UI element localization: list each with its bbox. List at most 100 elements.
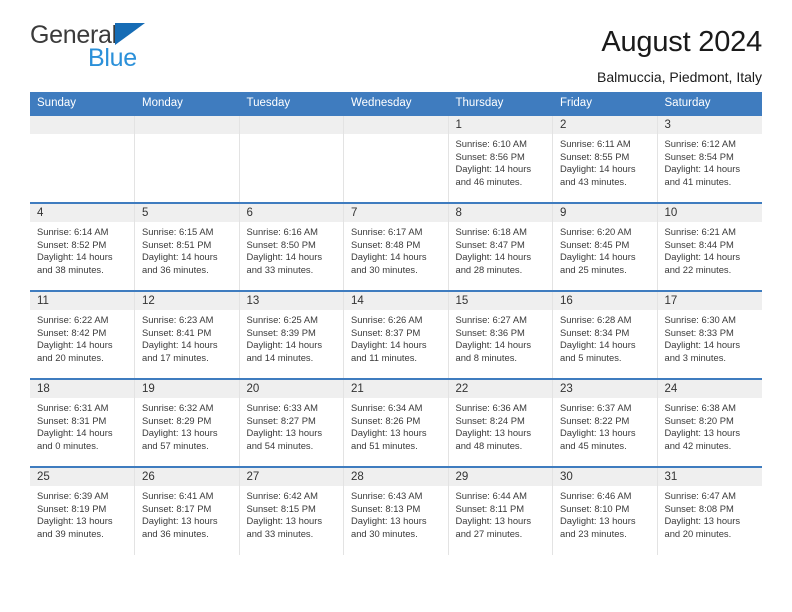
daylight-text-line1: Daylight: 14 hours <box>455 163 532 175</box>
sunrise-text: Sunrise: 6:46 AM <box>560 490 632 501</box>
daylight-text-line1: Daylight: 13 hours <box>351 515 427 527</box>
weekday-header-friday: Friday <box>552 92 658 115</box>
daylight-text-line2: and 36 minutes. <box>142 527 209 539</box>
calendar-day-cell[interactable]: 7 Sunrise: 6:17 AM Sunset: 8:48 PM Daylight… <box>343 202 449 291</box>
general-blue-logo[interactable]: General Blue <box>30 22 220 80</box>
day-number: 1 <box>448 116 552 134</box>
weekday-header-row: Sunday Monday Tuesday Wednesday Thursday… <box>30 92 762 115</box>
sunset-text: Sunset: 8:55 PM <box>560 150 630 162</box>
daylight-text-line1: Daylight: 13 hours <box>142 515 218 527</box>
calendar-day-cell[interactable]: 18 Sunrise: 6:31 AM Sunset: 8:31 PM Dayligh… <box>30 378 135 467</box>
day-number: 11 <box>30 292 134 310</box>
daylight-text-line2: and 46 minutes. <box>455 175 523 187</box>
calendar-day-cell[interactable]: 6 Sunrise: 6:16 AM Sunset: 8:50 PM Daylight… <box>239 202 344 291</box>
calendar-day-cell[interactable]: 23 Sunrise: 6:37 AM Sunset: 8:22 PM Dayligh… <box>552 378 658 467</box>
calendar-day-cell[interactable]: 22 Sunrise: 6:36 AM Sunset: 8:24 PM Dayligh… <box>448 378 553 467</box>
calendar-day-cell[interactable]: 11 Sunrise: 6:22 AM Sunset: 8:42 PM Dayligh… <box>30 290 135 379</box>
calendar-day-cell[interactable]: 21 Sunrise: 6:34 AM Sunset: 8:26 PM Dayligh… <box>343 378 449 467</box>
calendar-day-cell[interactable]: 25 Sunrise: 6:39 AM Sunset: 8:19 PM Dayligh… <box>30 466 135 555</box>
day-details: Sunrise: 6:15 AM Sunset: 8:51 PM Daylight:… <box>135 222 239 276</box>
sunset-text: Sunset: 8:52 PM <box>37 238 107 250</box>
day-details: Sunrise: 6:30 AM Sunset: 8:33 PM Daylight:… <box>658 310 762 364</box>
daylight-text-line2: and 27 minutes. <box>455 527 523 539</box>
calendar-day-cell[interactable]: 8 Sunrise: 6:18 AM Sunset: 8:47 PM Daylight… <box>448 202 553 291</box>
daylight-text-line1: Daylight: 14 hours <box>455 339 532 351</box>
sunset-text: Sunset: 8:31 PM <box>37 414 107 426</box>
triangle-icon <box>114 23 145 45</box>
calendar-day-cell[interactable]: 27 Sunrise: 6:42 AM Sunset: 8:15 PM Dayligh… <box>239 466 344 555</box>
sunset-text: Sunset: 8:54 PM <box>664 150 734 162</box>
sunrise-text: Sunrise: 6:28 AM <box>560 314 632 325</box>
sunrise-text: Sunrise: 6:42 AM <box>246 490 318 501</box>
day-details: Sunrise: 6:17 AM Sunset: 8:48 PM Daylight:… <box>344 222 448 276</box>
daylight-text-line1: Daylight: 13 hours <box>664 515 741 527</box>
day-details: Sunrise: 6:41 AM Sunset: 8:17 PM Daylight:… <box>135 486 239 540</box>
sunset-text: Sunset: 8:39 PM <box>246 326 316 338</box>
sunset-text: Sunset: 8:17 PM <box>142 502 212 514</box>
calendar-day-cell[interactable]: 17 Sunrise: 6:30 AM Sunset: 8:33 PM Dayligh… <box>657 290 762 379</box>
day-number: 9 <box>553 204 657 222</box>
daylight-text-line2: and 36 minutes. <box>142 263 209 275</box>
sunset-text: Sunset: 8:44 PM <box>664 238 734 250</box>
sunrise-text: Sunrise: 6:18 AM <box>455 226 527 237</box>
day-details: Sunrise: 6:28 AM Sunset: 8:34 PM Daylight:… <box>553 310 657 364</box>
calendar-day-cell[interactable]: 1 Sunrise: 6:10 AM Sunset: 8:56 PM Daylight… <box>448 114 553 203</box>
calendar-header: Sunday Monday Tuesday Wednesday Thursday… <box>30 92 762 115</box>
daylight-text-line2: and 3 minutes. <box>664 351 727 363</box>
sunset-text: Sunset: 8:56 PM <box>455 150 525 162</box>
calendar-day-cell[interactable]: 12 Sunrise: 6:23 AM Sunset: 8:41 PM Dayligh… <box>134 290 240 379</box>
calendar-day-cell[interactable]: 31 Sunrise: 6:47 AM Sunset: 8:08 PM Dayligh… <box>657 466 762 555</box>
calendar-day-cell[interactable]: 30 Sunrise: 6:46 AM Sunset: 8:10 PM Dayligh… <box>552 466 658 555</box>
day-number <box>30 116 134 134</box>
calendar-week-row: 1 Sunrise: 6:10 AM Sunset: 8:56 PM Daylight… <box>30 114 762 203</box>
daylight-text-line2: and 42 minutes. <box>664 439 732 451</box>
daylight-text-line2: and 23 minutes. <box>560 527 627 539</box>
sunrise-text: Sunrise: 6:15 AM <box>142 226 214 237</box>
calendar-day-cell[interactable]: 10 Sunrise: 6:21 AM Sunset: 8:44 PM Dayligh… <box>657 202 762 291</box>
day-details: Sunrise: 6:38 AM Sunset: 8:20 PM Daylight:… <box>658 398 762 452</box>
calendar-day-cell[interactable]: 13 Sunrise: 6:25 AM Sunset: 8:39 PM Dayligh… <box>239 290 344 379</box>
calendar-table: Sunday Monday Tuesday Wednesday Thursday… <box>30 92 762 555</box>
daylight-text-line1: Daylight: 14 hours <box>664 251 741 263</box>
sunrise-text: Sunrise: 6:30 AM <box>664 314 736 325</box>
daylight-text-line1: Daylight: 13 hours <box>560 427 636 439</box>
calendar-day-cell[interactable]: 19 Sunrise: 6:32 AM Sunset: 8:29 PM Dayligh… <box>134 378 240 467</box>
calendar-day-cell[interactable]: 4 Sunrise: 6:14 AM Sunset: 8:52 PM Daylight… <box>30 202 135 291</box>
daylight-text-line1: Daylight: 14 hours <box>560 251 636 263</box>
calendar-day-cell[interactable]: 5 Sunrise: 6:15 AM Sunset: 8:51 PM Daylight… <box>134 202 240 291</box>
daylight-text-line1: Daylight: 14 hours <box>560 339 636 351</box>
daylight-text-line1: Daylight: 14 hours <box>664 163 741 175</box>
calendar-day-cell[interactable]: 29 Sunrise: 6:44 AM Sunset: 8:11 PM Dayligh… <box>448 466 553 555</box>
calendar-day-cell[interactable]: 20 Sunrise: 6:33 AM Sunset: 8:27 PM Dayligh… <box>239 378 344 467</box>
day-number: 23 <box>553 380 657 398</box>
page-header: General Blue August 2024 Balmuccia, Pied… <box>30 0 762 92</box>
calendar-day-cell[interactable]: 2 Sunrise: 6:11 AM Sunset: 8:55 PM Daylight… <box>552 114 658 203</box>
daylight-text-line1: Daylight: 14 hours <box>351 251 427 263</box>
sunset-text: Sunset: 8:42 PM <box>37 326 107 338</box>
day-details: Sunrise: 6:31 AM Sunset: 8:31 PM Daylight:… <box>30 398 134 452</box>
calendar-day-cell[interactable]: 24 Sunrise: 6:38 AM Sunset: 8:20 PM Dayligh… <box>657 378 762 467</box>
day-details: Sunrise: 6:12 AM Sunset: 8:54 PM Daylight:… <box>658 134 762 188</box>
calendar-day-cell[interactable]: 15 Sunrise: 6:27 AM Sunset: 8:36 PM Dayligh… <box>448 290 553 379</box>
day-number: 10 <box>657 204 762 222</box>
calendar-day-cell-empty <box>134 114 240 203</box>
calendar-day-cell[interactable]: 28 Sunrise: 6:43 AM Sunset: 8:13 PM Dayligh… <box>343 466 449 555</box>
calendar-day-cell[interactable]: 3 Sunrise: 6:12 AM Sunset: 8:54 PM Daylight… <box>657 114 762 203</box>
day-number: 19 <box>135 380 239 398</box>
calendar-day-cell[interactable]: 9 Sunrise: 6:20 AM Sunset: 8:45 PM Daylight… <box>552 202 658 291</box>
sunset-text: Sunset: 8:13 PM <box>351 502 421 514</box>
day-details: Sunrise: 6:37 AM Sunset: 8:22 PM Daylight:… <box>553 398 657 452</box>
calendar-day-cell[interactable]: 26 Sunrise: 6:41 AM Sunset: 8:17 PM Dayligh… <box>134 466 240 555</box>
calendar-day-cell[interactable]: 14 Sunrise: 6:26 AM Sunset: 8:37 PM Dayligh… <box>343 290 449 379</box>
sunset-text: Sunset: 8:36 PM <box>455 326 525 338</box>
daylight-text-line2: and 57 minutes. <box>142 439 209 451</box>
sunrise-text: Sunrise: 6:20 AM <box>560 226 632 237</box>
sunrise-text: Sunrise: 6:44 AM <box>455 490 527 501</box>
calendar-week-row: 4 Sunrise: 6:14 AM Sunset: 8:52 PM Daylight… <box>30 202 762 291</box>
calendar-day-cell[interactable]: 16 Sunrise: 6:28 AM Sunset: 8:34 PM Dayligh… <box>552 290 658 379</box>
day-number <box>135 116 239 134</box>
day-number <box>344 116 448 134</box>
daylight-text-line1: Daylight: 14 hours <box>246 339 323 351</box>
daylight-text-line2: and 0 minutes. <box>37 439 99 451</box>
page-title: August 2024 <box>601 26 762 58</box>
